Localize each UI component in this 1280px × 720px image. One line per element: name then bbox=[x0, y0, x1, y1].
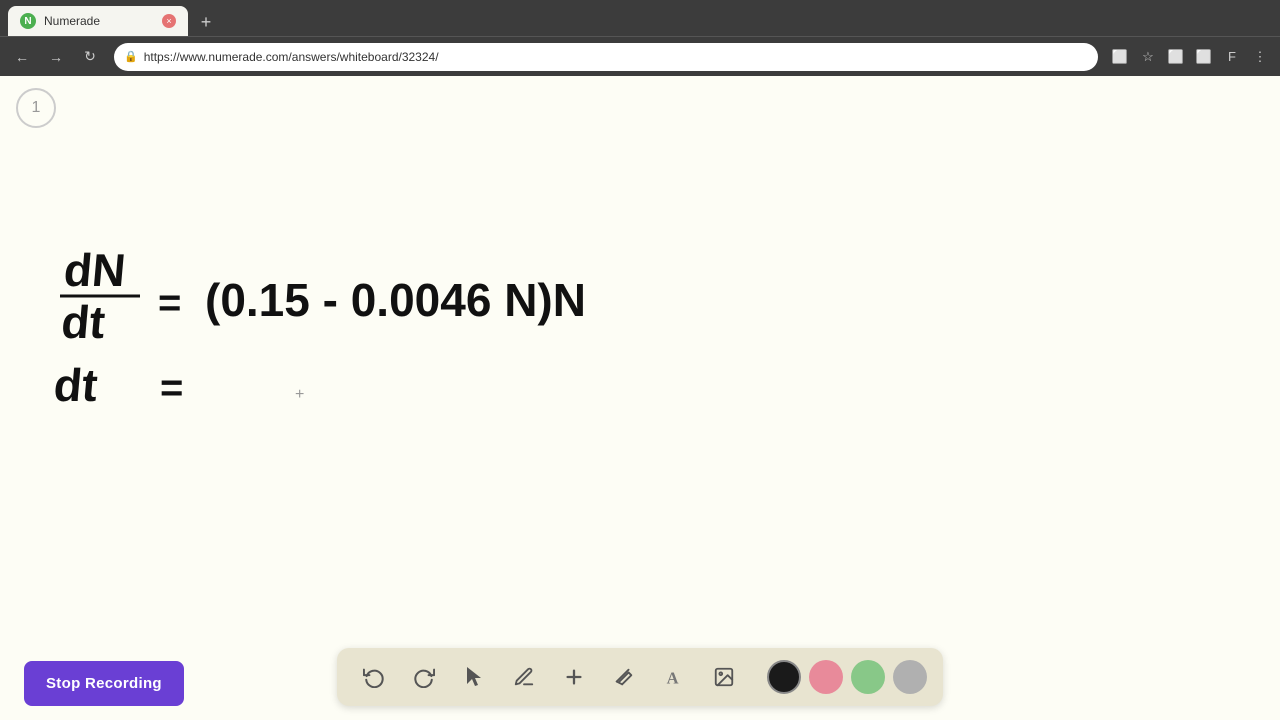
nav-bar: ← → ↻ 🔒 https://www.numerade.com/answers… bbox=[0, 36, 1280, 76]
browser-action-icons: ⬜ ☆ ⬜ ⬜ F ⋮ bbox=[1108, 45, 1272, 69]
svg-text:=: = bbox=[158, 281, 181, 325]
undo-button[interactable] bbox=[353, 656, 395, 698]
page-content: 1 dN dt = (0.15 - 0.0046 N)N dt = + Stop… bbox=[0, 76, 1280, 720]
svg-text:(0.15 - 0.0046 N)N: (0.15 - 0.0046 N)N bbox=[205, 274, 586, 326]
color-gray-button[interactable] bbox=[893, 660, 927, 694]
tab-bar: N Numerade × + bbox=[0, 0, 1280, 36]
lock-icon: 🔒 bbox=[124, 50, 138, 63]
svg-text:A: A bbox=[667, 668, 679, 687]
tab-title: Numerade bbox=[44, 14, 154, 28]
svg-text:dN: dN bbox=[62, 244, 128, 296]
math-equation-svg: dN dt = (0.15 - 0.0046 N)N dt = bbox=[40, 226, 640, 446]
extension-icon-2[interactable]: ⬜ bbox=[1164, 45, 1188, 69]
extension-icon-3[interactable]: ⬜ bbox=[1192, 45, 1216, 69]
text-tool-button[interactable]: A bbox=[653, 656, 695, 698]
extension-icon-1[interactable]: ⬜ bbox=[1108, 45, 1132, 69]
menu-button[interactable]: ⋮ bbox=[1248, 45, 1272, 69]
url-text: https://www.numerade.com/answers/whitebo… bbox=[144, 50, 1088, 64]
image-tool-button[interactable] bbox=[703, 656, 745, 698]
page-number-badge: 1 bbox=[16, 88, 56, 128]
svg-text:dt: dt bbox=[52, 359, 100, 411]
whiteboard-math-area: dN dt = (0.15 - 0.0046 N)N dt = bbox=[40, 226, 640, 451]
extension-icon-4[interactable]: F bbox=[1220, 45, 1244, 69]
color-black-button[interactable] bbox=[767, 660, 801, 694]
drawing-toolbar: A bbox=[337, 648, 943, 706]
back-button[interactable]: ← bbox=[8, 43, 36, 71]
pen-tool-button[interactable] bbox=[503, 656, 545, 698]
address-bar[interactable]: 🔒 https://www.numerade.com/answers/white… bbox=[114, 43, 1098, 71]
bookmark-icon[interactable]: ☆ bbox=[1136, 45, 1160, 69]
refresh-button[interactable]: ↻ bbox=[76, 43, 104, 71]
color-green-button[interactable] bbox=[851, 660, 885, 694]
tab-close-button[interactable]: × bbox=[162, 14, 176, 28]
eraser-tool-button[interactable] bbox=[603, 656, 645, 698]
svg-text:dt: dt bbox=[59, 296, 107, 348]
active-tab[interactable]: N Numerade × bbox=[8, 6, 188, 36]
new-tab-button[interactable]: + bbox=[192, 8, 220, 36]
color-pink-button[interactable] bbox=[809, 660, 843, 694]
add-element-button[interactable] bbox=[553, 656, 595, 698]
browser-chrome: N Numerade × + ← → ↻ 🔒 https://www.numer… bbox=[0, 0, 1280, 76]
tab-favicon: N bbox=[20, 13, 36, 29]
stop-recording-button[interactable]: Stop Recording bbox=[24, 661, 184, 706]
select-tool-button[interactable] bbox=[453, 656, 495, 698]
redo-button[interactable] bbox=[403, 656, 445, 698]
forward-button[interactable]: → bbox=[42, 43, 70, 71]
svg-text:=: = bbox=[160, 366, 183, 410]
